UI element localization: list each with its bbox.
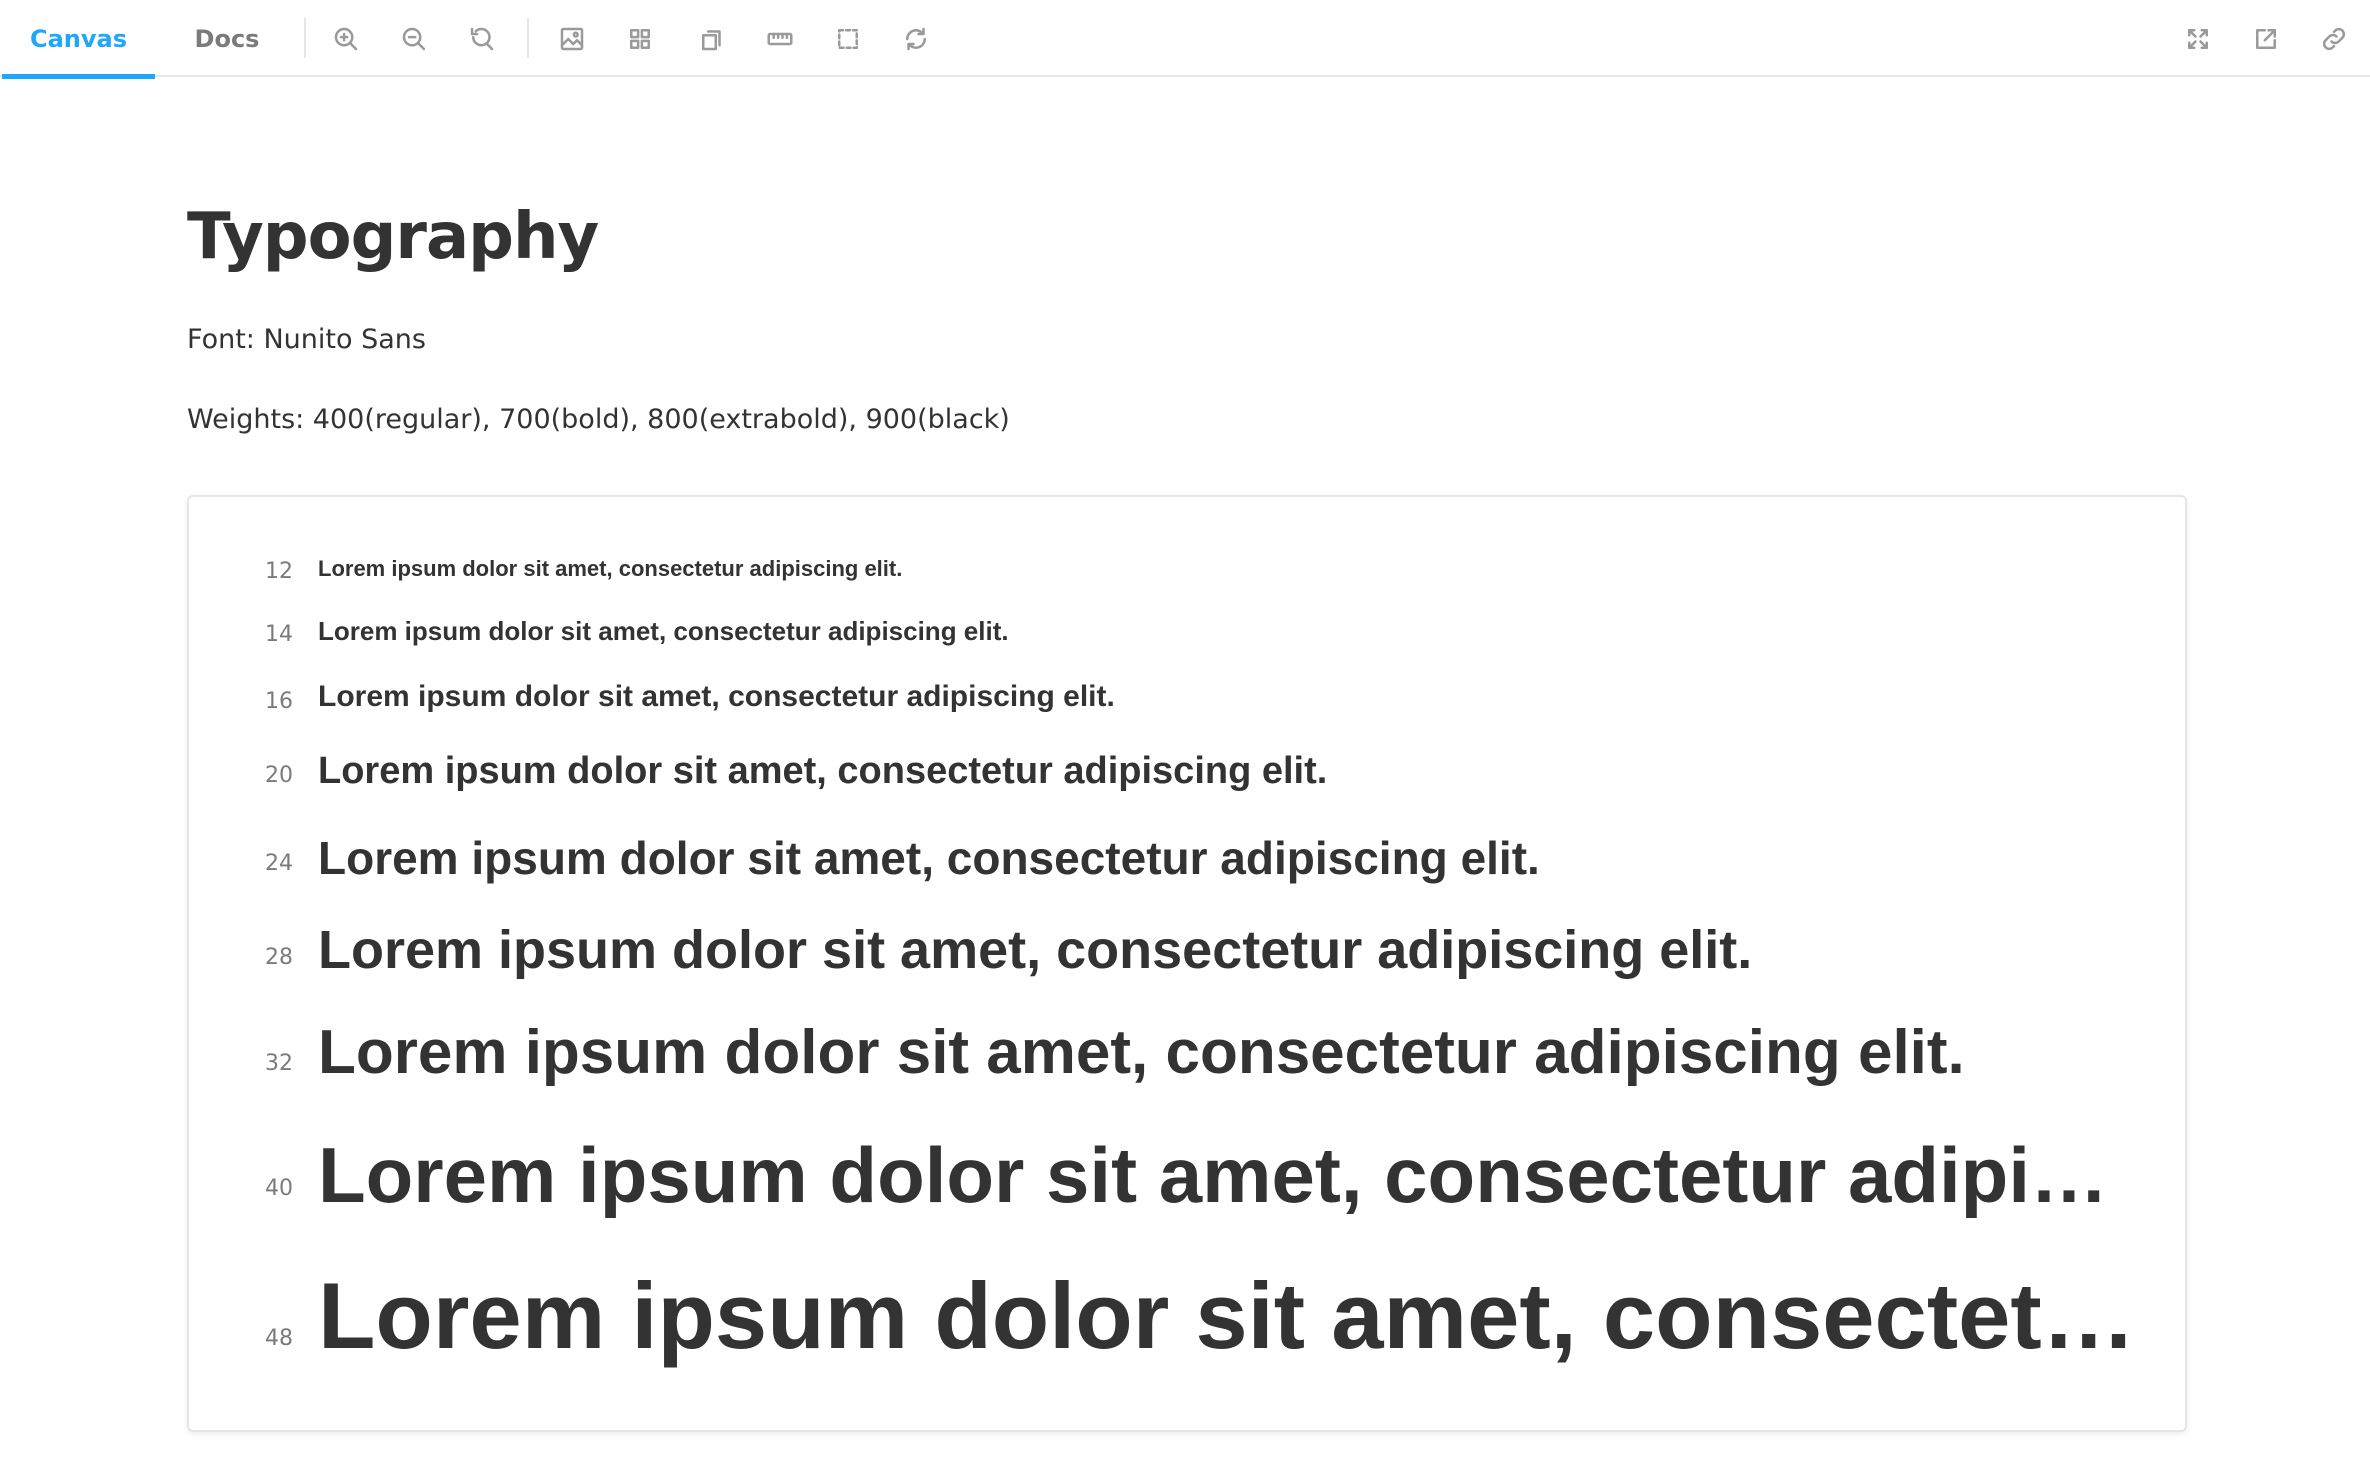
remount-icon[interactable] [896, 19, 936, 59]
page-title: Typography [187, 200, 599, 274]
font-size-label: 24 [265, 851, 293, 876]
outline-icon[interactable] [828, 19, 868, 59]
type-row: 12 Lorem ipsum dolor sit amet, consectet… [189, 550, 2185, 590]
zoom-out-icon[interactable] [394, 19, 434, 59]
font-size-label: 14 [265, 622, 293, 647]
font-description: Font: Nunito Sans [187, 324, 426, 355]
type-row: 48 Lorem ipsum dolor sit amet, consectet… [189, 1252, 2185, 1402]
font-size-label: 28 [265, 945, 293, 970]
zoom-in-icon[interactable] [326, 19, 366, 59]
fullscreen-icon[interactable] [2178, 19, 2218, 59]
sample-text: Lorem ipsum dolor sit amet, consectetur … [318, 832, 1540, 884]
type-scale-card: 12 Lorem ipsum dolor sit amet, consectet… [187, 495, 2187, 1432]
grid-icon[interactable] [620, 19, 660, 59]
sample-text: Lorem ipsum dolor sit amet, consectetur … [318, 1263, 2149, 1368]
storybook-toolbar: Canvas Docs [0, 0, 2370, 79]
type-row: 28 Lorem ipsum dolor sit amet, consectet… [189, 915, 2185, 995]
toolbar-divider [527, 18, 529, 58]
type-row: 40 Lorem ipsum dolor sit amet, consectet… [189, 1122, 2185, 1242]
copy-link-icon[interactable] [2314, 19, 2354, 59]
font-size-label: 48 [265, 1326, 293, 1351]
weights-description: Weights: 400(regular), 700(bold), 800(ex… [187, 404, 1010, 435]
type-row: 32 Lorem ipsum dolor sit amet, consectet… [189, 1009, 2185, 1109]
background-icon[interactable] [552, 19, 592, 59]
type-row: 24 Lorem ipsum dolor sit amet, consectet… [189, 827, 2185, 899]
tab-docs[interactable]: Docs [170, 0, 284, 77]
viewport-icon[interactable] [692, 19, 732, 59]
type-row: 20 Lorem ipsum dolor sit amet, consectet… [189, 745, 2185, 805]
font-size-label: 12 [265, 559, 293, 584]
sample-text: Lorem ipsum dolor sit amet, consectetur … [318, 1018, 1965, 1087]
sample-text: Lorem ipsum dolor sit amet, consectetur … [318, 750, 1328, 792]
sample-text: Lorem ipsum dolor sit amet, consectetur … [318, 1131, 2149, 1219]
sample-text: Lorem ipsum dolor sit amet, consectetur … [318, 680, 1115, 713]
sample-text: Lorem ipsum dolor sit amet, consectetur … [318, 920, 1753, 980]
measure-icon[interactable] [760, 19, 800, 59]
toolbar-divider [304, 18, 306, 58]
type-row: 16 Lorem ipsum dolor sit amet, consectet… [189, 675, 2185, 725]
open-new-tab-icon[interactable] [2246, 19, 2286, 59]
font-size-label: 20 [265, 763, 293, 788]
reset-zoom-icon[interactable] [462, 19, 502, 59]
sample-text: Lorem ipsum dolor sit amet, consectetur … [318, 616, 1009, 646]
tab-canvas[interactable]: Canvas [2, 0, 155, 79]
sample-text: Lorem ipsum dolor sit amet, consectetur … [318, 556, 903, 581]
font-size-label: 40 [265, 1176, 293, 1201]
font-size-label: 16 [265, 689, 293, 714]
type-row: 14 Lorem ipsum dolor sit amet, consectet… [189, 610, 2185, 654]
font-size-label: 32 [265, 1051, 293, 1076]
